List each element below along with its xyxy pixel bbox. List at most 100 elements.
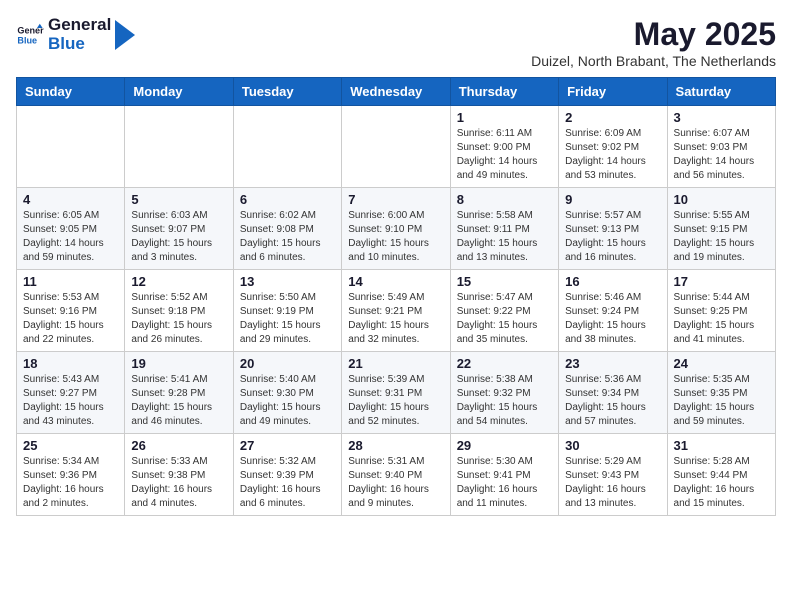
page-header: General Blue General Blue May 2025 Duize… (16, 16, 776, 69)
calendar-cell: 29 Sunrise: 5:30 AM Sunset: 9:41 PM Dayli… (450, 434, 558, 516)
day-number: 17 (674, 274, 769, 289)
weekday-header-monday: Monday (125, 78, 233, 106)
day-number: 26 (131, 438, 226, 453)
day-info: Sunrise: 5:40 AM Sunset: 9:30 PM Dayligh… (240, 373, 335, 429)
day-info: Sunrise: 5:28 AM Sunset: 9:44 PM Dayligh… (674, 455, 769, 511)
day-number: 28 (348, 438, 443, 453)
calendar-cell: 23 Sunrise: 5:36 AM Sunset: 9:34 PM Dayli… (559, 352, 667, 434)
day-number: 29 (457, 438, 552, 453)
day-info: Sunrise: 5:35 AM Sunset: 9:35 PM Dayligh… (674, 373, 769, 429)
svg-text:Blue: Blue (17, 35, 37, 45)
calendar-cell: 25 Sunrise: 5:34 AM Sunset: 9:36 PM Dayli… (17, 434, 125, 516)
day-number: 3 (674, 110, 769, 125)
calendar-cell: 31 Sunrise: 5:28 AM Sunset: 9:44 PM Dayli… (667, 434, 775, 516)
day-number: 14 (348, 274, 443, 289)
day-info: Sunrise: 5:36 AM Sunset: 9:34 PM Dayligh… (565, 373, 660, 429)
calendar-cell: 6Sunrise: 6:02 AM Sunset: 9:08 PM Daylig… (233, 188, 341, 270)
logo: General Blue General Blue (16, 16, 135, 53)
calendar-cell: 30 Sunrise: 5:29 AM Sunset: 9:43 PM Dayli… (559, 434, 667, 516)
day-info: Sunrise: 5:50 AM Sunset: 9:19 PM Dayligh… (240, 291, 335, 347)
location-subtitle: Duizel, North Brabant, The Netherlands (531, 53, 776, 69)
day-number: 11 (23, 274, 118, 289)
calendar-cell: 9 Sunrise: 5:57 AM Sunset: 9:13 PM Daylig… (559, 188, 667, 270)
day-number: 21 (348, 356, 443, 371)
day-number: 20 (240, 356, 335, 371)
day-number: 23 (565, 356, 660, 371)
calendar-cell (125, 106, 233, 188)
calendar-cell: 7 Sunrise: 6:00 AM Sunset: 9:10 PM Daylig… (342, 188, 450, 270)
logo-arrow-icon (115, 20, 135, 50)
weekday-header-wednesday: Wednesday (342, 78, 450, 106)
calendar-cell: 8Sunrise: 5:58 AM Sunset: 9:11 PM Daylig… (450, 188, 558, 270)
day-number: 10 (674, 192, 769, 207)
title-area: May 2025 Duizel, North Brabant, The Neth… (531, 16, 776, 69)
day-number: 9 (565, 192, 660, 207)
weekday-header-thursday: Thursday (450, 78, 558, 106)
calendar-cell: 12 Sunrise: 5:52 AM Sunset: 9:18 PM Dayli… (125, 270, 233, 352)
calendar-cell: 27 Sunrise: 5:32 AM Sunset: 9:39 PM Dayli… (233, 434, 341, 516)
calendar-cell: 10 Sunrise: 5:55 AM Sunset: 9:15 PM Dayli… (667, 188, 775, 270)
day-info: Sunrise: 5:39 AM Sunset: 9:31 PM Dayligh… (348, 373, 443, 429)
logo-general-text: General (48, 16, 111, 35)
calendar-cell (233, 106, 341, 188)
day-number: 4 (23, 192, 118, 207)
logo-blue-text: Blue (48, 35, 111, 54)
calendar-cell: 17Sunrise: 5:44 AM Sunset: 9:25 PM Dayli… (667, 270, 775, 352)
day-info: Sunrise: 5:34 AM Sunset: 9:36 PM Dayligh… (23, 455, 118, 511)
calendar-cell: 28 Sunrise: 5:31 AM Sunset: 9:40 PM Dayli… (342, 434, 450, 516)
logo-icon: General Blue (16, 21, 44, 49)
calendar-cell: 15Sunrise: 5:47 AM Sunset: 9:22 PM Dayli… (450, 270, 558, 352)
day-number: 27 (240, 438, 335, 453)
day-number: 1 (457, 110, 552, 125)
weekday-header-sunday: Sunday (17, 78, 125, 106)
calendar-week-row: 11Sunrise: 5:53 AM Sunset: 9:16 PM Dayli… (17, 270, 776, 352)
day-number: 7 (348, 192, 443, 207)
calendar-cell: 11Sunrise: 5:53 AM Sunset: 9:16 PM Dayli… (17, 270, 125, 352)
month-title: May 2025 (531, 16, 776, 53)
day-info: Sunrise: 5:57 AM Sunset: 9:13 PM Dayligh… (565, 209, 660, 265)
day-info: Sunrise: 6:03 AM Sunset: 9:07 PM Dayligh… (131, 209, 226, 265)
calendar-cell: 1 Sunrise: 6:11 AM Sunset: 9:00 PM Daylig… (450, 106, 558, 188)
weekday-header-friday: Friday (559, 78, 667, 106)
calendar-week-row: 18 Sunrise: 5:43 AM Sunset: 9:27 PM Dayli… (17, 352, 776, 434)
day-number: 25 (23, 438, 118, 453)
calendar-cell (342, 106, 450, 188)
calendar-week-row: 25 Sunrise: 5:34 AM Sunset: 9:36 PM Dayli… (17, 434, 776, 516)
calendar-cell (17, 106, 125, 188)
calendar-cell: 24 Sunrise: 5:35 AM Sunset: 9:35 PM Dayli… (667, 352, 775, 434)
day-number: 30 (565, 438, 660, 453)
day-info: Sunrise: 5:49 AM Sunset: 9:21 PM Dayligh… (348, 291, 443, 347)
day-info: Sunrise: 6:07 AM Sunset: 9:03 PM Dayligh… (674, 127, 769, 183)
calendar-cell: 20 Sunrise: 5:40 AM Sunset: 9:30 PM Dayli… (233, 352, 341, 434)
calendar-cell: 26 Sunrise: 5:33 AM Sunset: 9:38 PM Dayli… (125, 434, 233, 516)
day-number: 13 (240, 274, 335, 289)
day-number: 12 (131, 274, 226, 289)
day-info: Sunrise: 5:46 AM Sunset: 9:24 PM Dayligh… (565, 291, 660, 347)
day-info: Sunrise: 6:00 AM Sunset: 9:10 PM Dayligh… (348, 209, 443, 265)
day-info: Sunrise: 5:29 AM Sunset: 9:43 PM Dayligh… (565, 455, 660, 511)
day-info: Sunrise: 5:31 AM Sunset: 9:40 PM Dayligh… (348, 455, 443, 511)
weekday-header-tuesday: Tuesday (233, 78, 341, 106)
day-info: Sunrise: 5:58 AM Sunset: 9:11 PM Dayligh… (457, 209, 552, 265)
day-info: Sunrise: 5:43 AM Sunset: 9:27 PM Dayligh… (23, 373, 118, 429)
day-info: Sunrise: 6:11 AM Sunset: 9:00 PM Dayligh… (457, 127, 552, 183)
calendar-cell: 4Sunrise: 6:05 AM Sunset: 9:05 PM Daylig… (17, 188, 125, 270)
day-number: 15 (457, 274, 552, 289)
day-number: 2 (565, 110, 660, 125)
day-info: Sunrise: 5:38 AM Sunset: 9:32 PM Dayligh… (457, 373, 552, 429)
weekday-header-saturday: Saturday (667, 78, 775, 106)
calendar-cell: 3 Sunrise: 6:07 AM Sunset: 9:03 PM Daylig… (667, 106, 775, 188)
calendar-cell: 14 Sunrise: 5:49 AM Sunset: 9:21 PM Dayli… (342, 270, 450, 352)
day-number: 31 (674, 438, 769, 453)
day-info: Sunrise: 5:52 AM Sunset: 9:18 PM Dayligh… (131, 291, 226, 347)
calendar-cell: 19Sunrise: 5:41 AM Sunset: 9:28 PM Dayli… (125, 352, 233, 434)
day-info: Sunrise: 5:33 AM Sunset: 9:38 PM Dayligh… (131, 455, 226, 511)
day-number: 5 (131, 192, 226, 207)
day-number: 6 (240, 192, 335, 207)
day-info: Sunrise: 5:30 AM Sunset: 9:41 PM Dayligh… (457, 455, 552, 511)
day-number: 24 (674, 356, 769, 371)
day-number: 18 (23, 356, 118, 371)
day-number: 19 (131, 356, 226, 371)
day-info: Sunrise: 5:32 AM Sunset: 9:39 PM Dayligh… (240, 455, 335, 511)
day-info: Sunrise: 5:55 AM Sunset: 9:15 PM Dayligh… (674, 209, 769, 265)
